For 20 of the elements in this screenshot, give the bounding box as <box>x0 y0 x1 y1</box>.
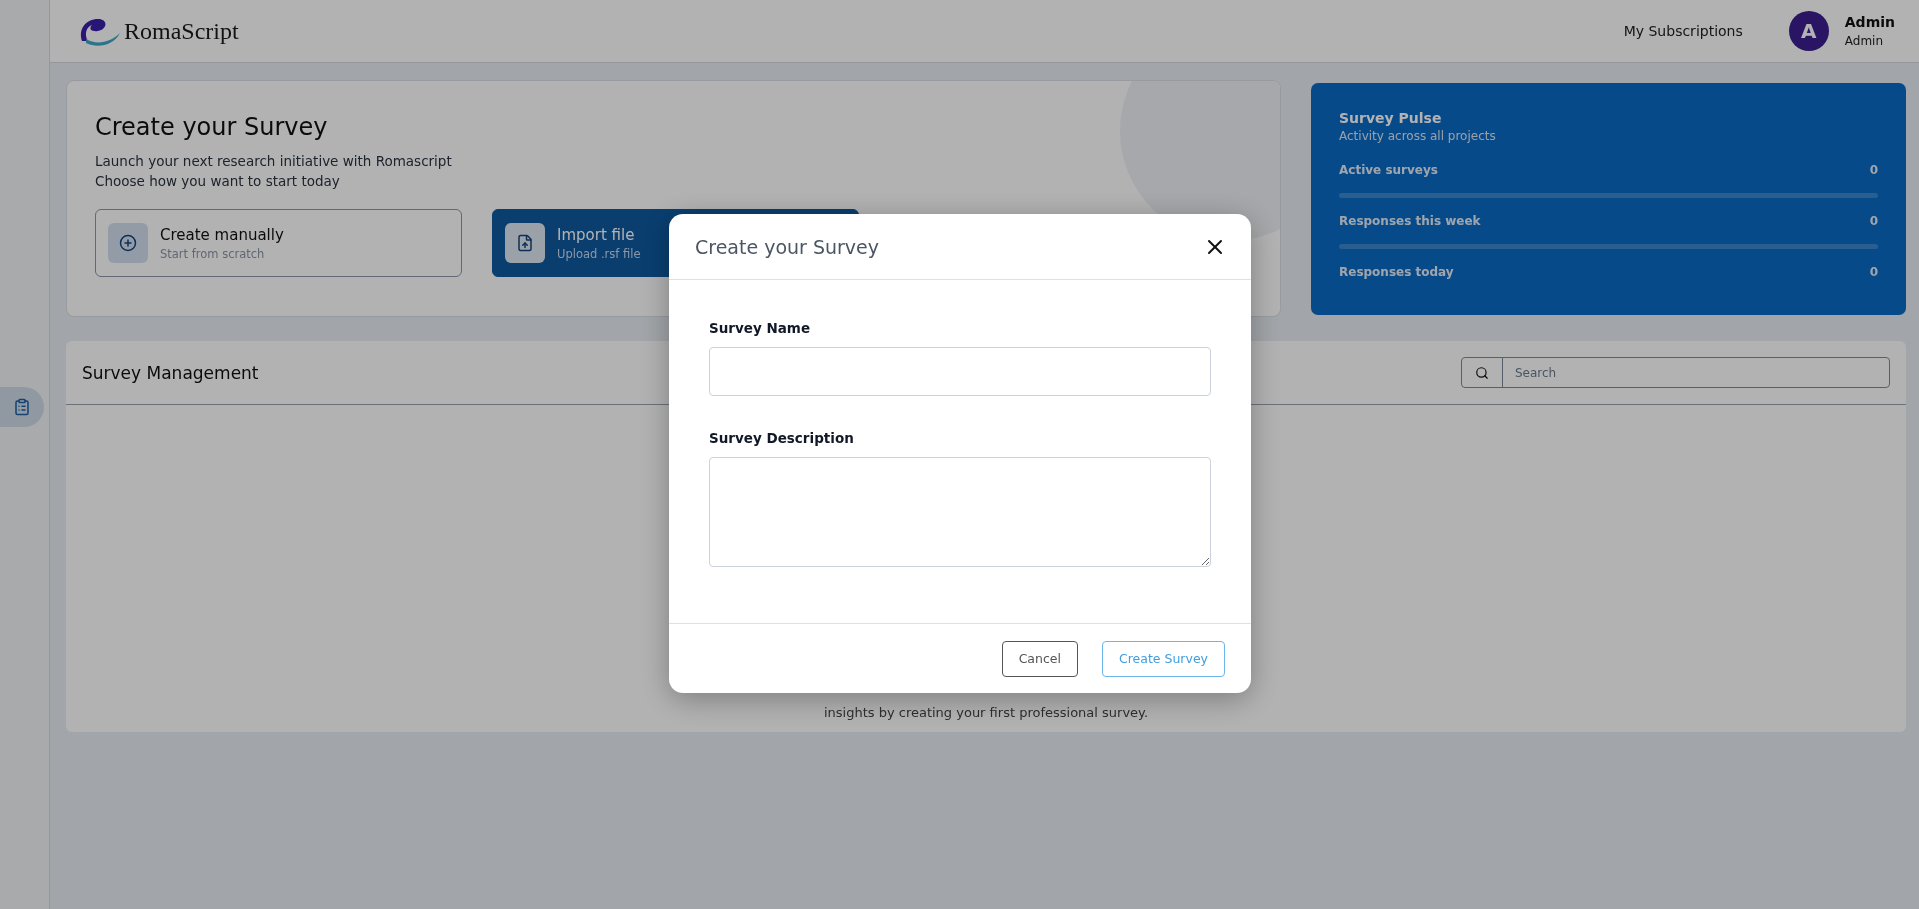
card-description: Choose how you want to start today <box>95 173 341 189</box>
dialog-title: Create your Survey <box>695 235 880 258</box>
logo-text: RomaScript <box>124 17 239 45</box>
pulse-title: Survey Pulse <box>1339 110 1443 126</box>
metric-value: 0 <box>1869 265 1878 279</box>
user-avatar: A <box>1788 11 1829 51</box>
metric-value: 0 <box>1869 163 1878 177</box>
card-description: Launch your next research initiative with Romascript <box>95 153 453 169</box>
metric-label: Active surveys <box>1339 163 1438 177</box>
card-title: Create your Survey <box>95 113 329 141</box>
empty-message: insights by creating your first professional survey. <box>823 705 1149 720</box>
panel-title: Survey Management <box>82 362 259 383</box>
metric-value: 0 <box>1869 214 1878 228</box>
user-name: Admin <box>1844 14 1895 30</box>
field-label: Survey Name <box>709 320 812 336</box>
user-role: Admin <box>1844 34 1885 48</box>
metric-label: Responses today <box>1339 265 1454 279</box>
field-label: Survey Description <box>709 430 855 446</box>
pulse-subtitle: Activity across all projects <box>1339 129 1497 143</box>
metric-label: Responses this week <box>1339 214 1481 228</box>
